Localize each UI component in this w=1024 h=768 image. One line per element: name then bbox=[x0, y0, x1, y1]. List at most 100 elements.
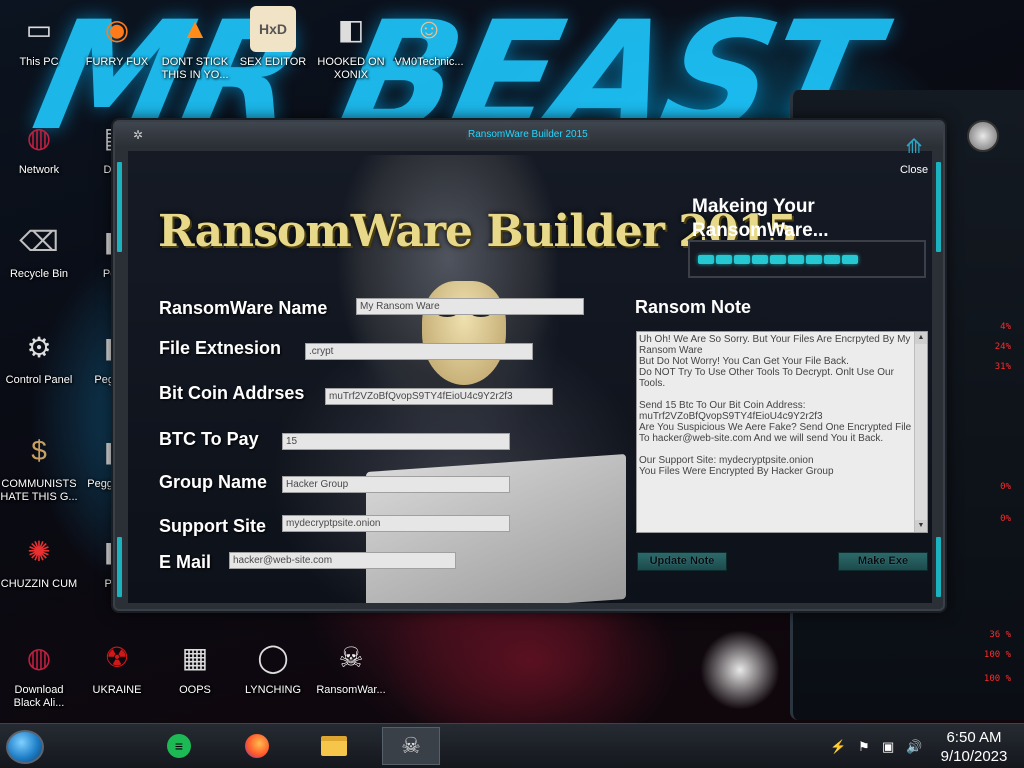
desktop-icon-label: HOOKED ON XONIX bbox=[317, 56, 385, 81]
btc-to-pay-input[interactable] bbox=[282, 433, 510, 450]
frame-accent-left bbox=[117, 162, 122, 252]
desktop-icon[interactable]: ▦ OOPS bbox=[156, 634, 234, 697]
window-title: RansomWare Builder 2015 bbox=[466, 129, 590, 140]
doctor-icon: ☺ bbox=[414, 13, 444, 44]
gadget-readout: 31% bbox=[994, 362, 1011, 372]
file-extension-input[interactable] bbox=[305, 343, 533, 360]
email-label: E Mail bbox=[159, 552, 212, 572]
desktop-icon[interactable]: ▲ DONT STICK THIS IN YO... bbox=[156, 6, 234, 82]
file-extension-label: File Extnesion bbox=[159, 338, 282, 358]
desktop-icon-label: Control Panel bbox=[5, 374, 73, 386]
desktop-icon[interactable]: HxD SEX EDITOR bbox=[234, 6, 312, 69]
desktop-icon[interactable]: ◯ LYNCHING bbox=[234, 634, 312, 697]
support-site-input[interactable] bbox=[282, 515, 510, 532]
frame-accent-right bbox=[936, 162, 941, 252]
wallpaper-shoe bbox=[700, 630, 780, 710]
builder-content: RansomWare Builder 2015 Makeing Your Ran… bbox=[128, 151, 932, 603]
desktop-icon[interactable]: $ COMMUNISTS HATE THIS G... bbox=[0, 428, 78, 504]
ransomware-name-input[interactable] bbox=[356, 298, 584, 315]
chuzzle-icon: ✺ bbox=[27, 535, 51, 567]
volume-icon[interactable]: 🔊 bbox=[906, 739, 922, 755]
taskbar: ≡ ☠ ⚡ ⚑ ▣ 🔊 6:50 AM 9/10/2023 bbox=[0, 723, 1024, 768]
book-icon: ▦ bbox=[181, 641, 209, 673]
scroll-down-icon[interactable]: ▼ bbox=[915, 520, 927, 532]
ransomware-builder-window[interactable]: ✲ RansomWare Builder 2015 RansomWare Bui… bbox=[113, 120, 945, 611]
control-panel-icon: ⚙ bbox=[26, 331, 52, 363]
desktop-icon[interactable]: ▭ This PC bbox=[0, 6, 78, 69]
progress-segment bbox=[842, 255, 858, 264]
flag-icon[interactable]: ⚑ bbox=[858, 739, 870, 755]
tray-app-icon[interactable]: ⚡ bbox=[830, 739, 846, 755]
desktop-icon[interactable]: ◉ FURRY FUX bbox=[78, 6, 156, 69]
network-icon[interactable]: ▣ bbox=[882, 739, 894, 755]
desktop-icon-label: FURRY FUX bbox=[85, 56, 149, 68]
ransomware-name-label: RansomWare Name bbox=[159, 298, 328, 318]
desktop-icon-label: LYNCHING bbox=[244, 684, 302, 696]
ransom-note-scrollbar[interactable]: ▲ ▼ bbox=[914, 332, 927, 532]
close-icon: ⟰ bbox=[905, 136, 923, 158]
ransom-note-label: Ransom Note bbox=[635, 297, 752, 317]
make-exe-button[interactable]: Make Exe bbox=[838, 552, 928, 571]
progress-segment bbox=[716, 255, 732, 264]
ransom-note-textarea[interactable]: Uh Oh! We Are So Sorry. But Your Files A… bbox=[636, 331, 928, 533]
title-bar[interactable]: ✲ RansomWare Builder 2015 bbox=[115, 122, 943, 148]
desktop-icon[interactable]: ✺ CHUZZIN CUM bbox=[0, 528, 78, 591]
desktop-icon-label: Recycle Bin bbox=[9, 268, 69, 280]
guy-fawkes-mask-image bbox=[422, 281, 506, 385]
scroll-up-icon[interactable]: ▲ bbox=[915, 332, 927, 344]
game-icon: ◧ bbox=[337, 13, 365, 45]
support-site-label: Support Site bbox=[159, 516, 266, 536]
build-status-text: Makeing Your RansomWare... bbox=[692, 196, 829, 241]
start-button[interactable] bbox=[6, 730, 44, 764]
bitcoin-address-input[interactable] bbox=[325, 388, 553, 405]
alienware-icon: ◍ bbox=[26, 641, 52, 673]
recycle-bin-icon: ⌫ bbox=[19, 225, 59, 257]
alienware-icon bbox=[967, 120, 999, 152]
group-name-label: Group Name bbox=[159, 472, 268, 492]
gadget-readout: 24% bbox=[994, 342, 1011, 352]
hxd-editor-icon: HxD bbox=[250, 6, 296, 52]
desktop-icon[interactable]: ⌫ Recycle Bin bbox=[0, 218, 78, 281]
taskbar-spotify[interactable]: ≡ bbox=[150, 727, 208, 765]
desktop-icon[interactable]: ◍ Network bbox=[0, 114, 78, 177]
build-progress-bar bbox=[688, 240, 926, 278]
desktop-icon[interactable]: ◧ HOOKED ON XONIX bbox=[312, 6, 390, 82]
clock-date: 9/10/2023 bbox=[940, 748, 1008, 765]
gadget-readout: 4% bbox=[1000, 322, 1011, 332]
close-button[interactable]: ⟰ Close bbox=[898, 136, 930, 182]
desktop-icon-label: This PC bbox=[19, 56, 59, 68]
gadget-readout: 100 % bbox=[983, 650, 1011, 660]
desktop-icon-label: Network bbox=[18, 164, 60, 176]
desktop-icon[interactable]: ◍ Download Black Ali... bbox=[0, 634, 78, 710]
gadget-readout: 0% bbox=[1000, 482, 1011, 492]
money-bag-icon: $ bbox=[31, 435, 47, 466]
taskbar-file-explorer[interactable] bbox=[305, 727, 363, 765]
desktop-icon[interactable]: ☢ UKRAINE bbox=[78, 634, 156, 697]
desktop-icon[interactable]: ☺ VM0Technic... bbox=[390, 6, 468, 69]
gadget-readout: 0% bbox=[1000, 514, 1011, 524]
gear-icon[interactable]: ✲ bbox=[133, 128, 143, 142]
desktop-icon[interactable]: ⚙ Control Panel bbox=[0, 324, 78, 387]
desktop-icon[interactable]: ☠ RansomWar... bbox=[312, 634, 390, 697]
system-clock[interactable]: 6:50 AM 9/10/2023 bbox=[926, 728, 1022, 766]
clock-time: 6:50 AM bbox=[946, 729, 1002, 746]
file-explorer-icon bbox=[321, 736, 347, 756]
gadget-readout: 36 % bbox=[989, 630, 1011, 640]
skull-icon: ☠ bbox=[401, 733, 421, 758]
desktop-icon-label: COMMUNISTS HATE THIS G... bbox=[0, 478, 78, 503]
email-input[interactable] bbox=[229, 552, 456, 569]
noose-icon: ◯ bbox=[257, 641, 289, 673]
skull-icon: ☠ bbox=[338, 641, 364, 673]
group-name-input[interactable] bbox=[282, 476, 510, 493]
desktop-icon-label: SEX EDITOR bbox=[239, 56, 307, 68]
bitcoin-address-label: Bit Coin Addrses bbox=[159, 383, 305, 403]
desktop-icon-label: DONT STICK THIS IN YO... bbox=[161, 56, 229, 81]
firefox-icon bbox=[245, 734, 269, 758]
update-note-button[interactable]: Update Note bbox=[637, 552, 727, 571]
taskbar-ransomware-builder[interactable]: ☠ bbox=[382, 727, 440, 765]
desktop-icon-label: CHUZZIN CUM bbox=[0, 578, 78, 590]
taskbar-firefox[interactable] bbox=[228, 727, 286, 765]
firefox-icon: ◉ bbox=[104, 13, 130, 45]
progress-segment bbox=[770, 255, 786, 264]
ransom-note-text[interactable]: Uh Oh! We Are So Sorry. But Your Files A… bbox=[637, 332, 915, 532]
